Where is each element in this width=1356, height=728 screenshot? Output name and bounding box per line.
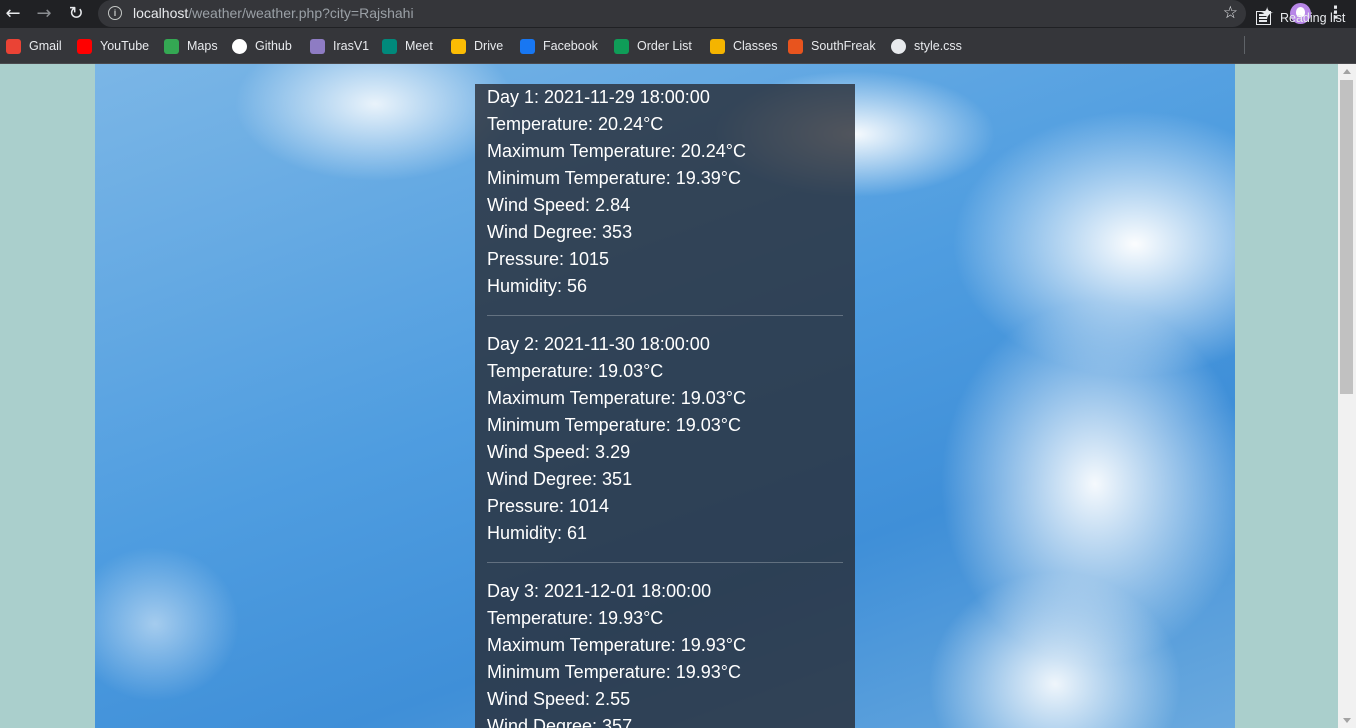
address-bar[interactable]: i localhost/weather/weather.php?city=Raj… (98, 0, 1246, 27)
reading-list-label: Reading list (1280, 11, 1346, 25)
scroll-up-arrow-icon[interactable] (1343, 69, 1351, 74)
reading-list-button[interactable]: Reading list (1256, 9, 1345, 27)
bookmark-github[interactable]: Github (232, 37, 292, 55)
facebook-icon (520, 38, 535, 54)
scrollbar-thumb[interactable] (1340, 80, 1353, 394)
max-temperature-line: Maximum Temperature: 20.24°C (487, 141, 746, 161)
bookmark-drive[interactable]: Drive (451, 37, 503, 55)
url-text[interactable]: localhost/weather/weather.php?city=Rajsh… (133, 5, 414, 21)
back-arrow-icon[interactable]: ← (3, 4, 23, 24)
min-temperature-line: Minimum Temperature: 19.39°C (487, 168, 741, 188)
bookmark-gmail[interactable]: Gmail (6, 37, 62, 55)
classroom-icon (710, 38, 725, 54)
southfreak-icon (788, 38, 803, 54)
day-divider (487, 562, 843, 563)
bookmark-label: Order List (637, 39, 692, 53)
bookmark-star-icon[interactable]: ☆ (1223, 3, 1238, 23)
github-icon (232, 38, 247, 54)
reading-list-icon (1256, 11, 1271, 25)
max-temperature-line: Maximum Temperature: 19.03°C (487, 388, 746, 408)
forecast-day-2: Day 2: 2021-11-30 18:00:00 Temperature: 1… (475, 331, 855, 547)
page-viewport: Day 1: 2021-11-29 18:00:00 Temperature: 2… (0, 64, 1338, 728)
forecast-day-1: Day 1: 2021-11-29 18:00:00 Temperature: 2… (475, 84, 855, 300)
bookmark-classes[interactable]: Classes (710, 37, 777, 55)
youtube-icon (77, 38, 92, 54)
bookmark-label: IrasV1 (333, 39, 370, 53)
bookmark-style-css[interactable]: style.css (891, 37, 962, 55)
bookmark-label: Maps (187, 39, 218, 53)
forward-arrow-icon[interactable]: → (34, 4, 54, 24)
url-host: localhost (133, 5, 189, 21)
temperature-line: Temperature: 19.93°C (487, 608, 664, 628)
meet-icon (382, 38, 397, 54)
bookmark-label: Classes (733, 39, 778, 53)
wind-degree-line: Wind Degree: 353 (487, 222, 633, 242)
wind-degree-line: Wind Degree: 357 (487, 716, 633, 728)
wind-speed-line: Wind Speed: 2.55 (487, 689, 631, 709)
drive-icon (451, 38, 466, 54)
bookmark-label: Gmail (29, 39, 62, 53)
bookmark-label: Facebook (543, 39, 598, 53)
forecast-day-3: Day 3: 2021-12-01 18:00:00 Temperature: 1… (475, 578, 855, 728)
wind-speed-line: Wind Speed: 2.84 (487, 195, 631, 215)
bookmark-youtube[interactable]: YouTube (77, 37, 149, 55)
bookmark-label: Meet (405, 39, 433, 53)
sheets-icon (614, 38, 629, 54)
site-info-icon[interactable]: i (108, 6, 122, 20)
bookmarks-separator (1244, 36, 1245, 54)
humidity-line: Humidity: 61 (487, 523, 588, 543)
temperature-line: Temperature: 19.03°C (487, 361, 664, 381)
globe-icon (891, 38, 906, 54)
bookmark-order-list[interactable]: Order List (614, 37, 692, 55)
bookmark-maps[interactable]: Maps (164, 37, 218, 55)
day-divider (487, 315, 843, 316)
wind-speed-line: Wind Speed: 3.29 (487, 442, 631, 462)
bookmark-meet[interactable]: Meet (382, 37, 433, 55)
bookmark-label: SouthFreak (811, 39, 876, 53)
bookmark-southfreak[interactable]: SouthFreak (788, 37, 876, 55)
day-heading: Day 3: 2021-12-01 18:00:00 (487, 581, 712, 601)
wind-degree-line: Wind Degree: 351 (487, 469, 633, 489)
day-heading: Day 1: 2021-11-29 18:00:00 (487, 87, 710, 107)
reload-icon[interactable]: ↻ (66, 4, 86, 24)
vertical-scrollbar[interactable] (1338, 64, 1356, 728)
bookmark-label: Github (255, 39, 292, 53)
forecast-card: Day 1: 2021-11-29 18:00:00 Temperature: 2… (475, 84, 855, 728)
pressure-line: Pressure: 1015 (487, 249, 610, 269)
min-temperature-line: Minimum Temperature: 19.93°C (487, 662, 741, 682)
maps-icon (164, 38, 179, 54)
day-heading: Day 2: 2021-11-30 18:00:00 (487, 334, 710, 354)
bookmark-irasv1[interactable]: IrasV1 (310, 37, 369, 55)
bookmark-label: style.css (914, 39, 962, 53)
url-path: /weather/weather.php?city=Rajshahi (188, 5, 414, 21)
bookmark-label: YouTube (100, 39, 150, 53)
browser-toolbar: ← → ↻ i localhost/weather/weather.php?ci… (0, 0, 1356, 28)
pressure-line: Pressure: 1014 (487, 496, 610, 516)
humidity-line: Humidity: 56 (487, 276, 588, 296)
temperature-line: Temperature: 20.24°C (487, 114, 664, 134)
scroll-down-arrow-icon[interactable] (1343, 718, 1351, 723)
irasv1-icon (310, 38, 325, 54)
bookmark-label: Drive (474, 39, 504, 53)
min-temperature-line: Minimum Temperature: 19.03°C (487, 415, 741, 435)
gmail-icon (6, 38, 21, 54)
bookmark-facebook[interactable]: Facebook (520, 37, 598, 55)
max-temperature-line: Maximum Temperature: 19.93°C (487, 635, 746, 655)
